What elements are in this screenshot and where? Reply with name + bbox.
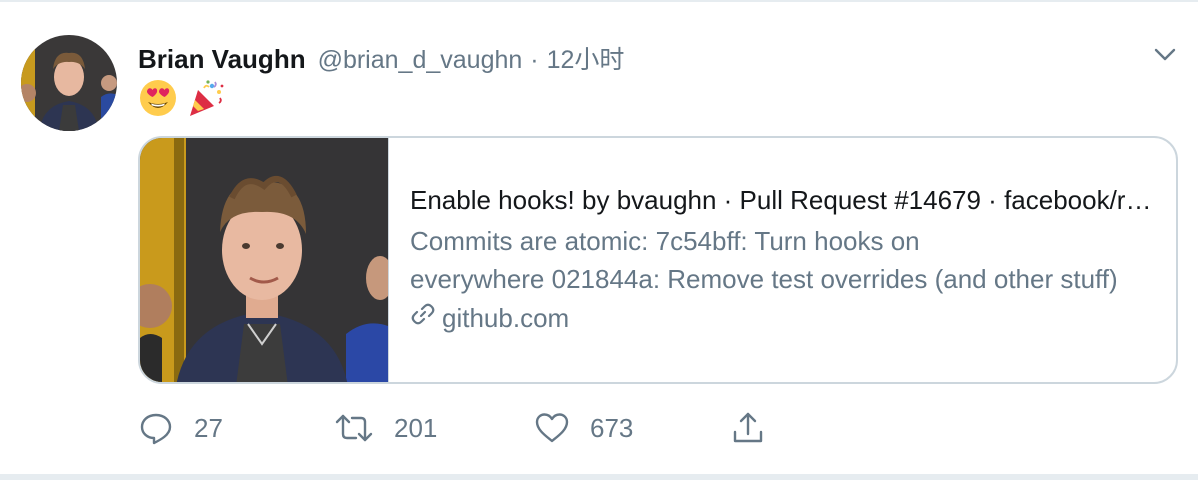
- bottom-divider: [0, 474, 1198, 480]
- reply-button[interactable]: 27: [138, 406, 223, 450]
- card-description: Commits are atomic: 7c54bff: Turn hooks …: [410, 222, 1154, 298]
- card-content: Enable hooks! by bvaughn · Pull Request …: [410, 182, 1154, 336]
- tweet-actions: 27 201 673: [138, 406, 798, 450]
- retweet-icon: [334, 410, 374, 446]
- like-button[interactable]: 673: [534, 406, 633, 450]
- share-button[interactable]: [730, 406, 766, 450]
- card-thumbnail: [140, 138, 394, 382]
- card-domain-row: github.com: [410, 300, 1154, 336]
- reply-count: 27: [194, 412, 223, 443]
- share-icon: [730, 410, 766, 446]
- author-avatar[interactable]: [21, 35, 117, 131]
- card-title[interactable]: Enable hooks! by bvaughn · Pull Request …: [410, 182, 1154, 218]
- reply-icon: [138, 410, 174, 446]
- like-count: 673: [590, 412, 634, 443]
- chevron-down-icon[interactable]: [1150, 42, 1180, 68]
- author-handle[interactable]: @brian_d_vaughn: [318, 46, 523, 75]
- heart-icon: [534, 410, 570, 446]
- author-name[interactable]: Brian Vaughn: [138, 44, 306, 75]
- heart-eyes-emoji: [138, 78, 178, 120]
- card-description-line: Commits are atomic: 7c54bff: Turn hooks …: [410, 226, 920, 256]
- retweet-button[interactable]: 201: [334, 406, 437, 450]
- party-popper-emoji: [186, 78, 226, 120]
- tweet-header: Brian Vaughn @brian_d_vaughn · 12小时: [138, 40, 624, 74]
- tweet[interactable]: Brian Vaughn @brian_d_vaughn · 12小时 Enab…: [0, 2, 1198, 474]
- tweet-text: [138, 78, 226, 120]
- tweet-timestamp[interactable]: 12小时: [547, 40, 625, 76]
- separator-dot: ·: [530, 46, 539, 74]
- retweet-count: 201: [394, 412, 438, 443]
- link-icon: [410, 300, 436, 336]
- link-preview-card[interactable]: Enable hooks! by bvaughn · Pull Request …: [138, 136, 1178, 384]
- card-description-line: everywhere 021844a: Remove test override…: [410, 264, 1118, 294]
- card-domain: github.com: [442, 303, 570, 333]
